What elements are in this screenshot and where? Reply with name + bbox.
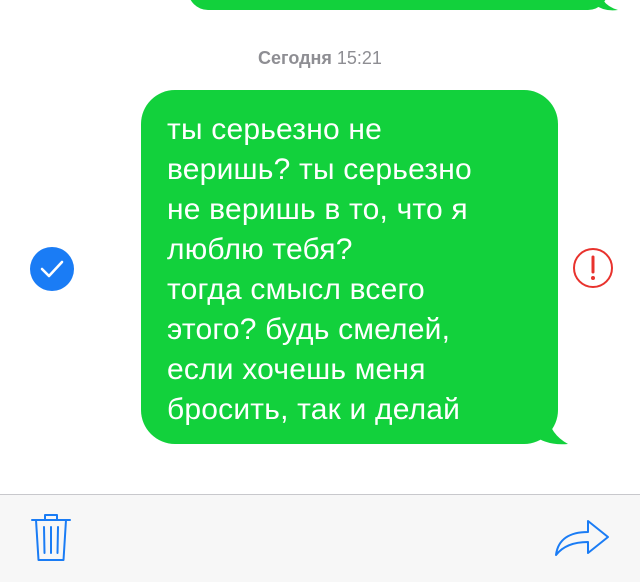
message-text: ты серьезно не веришь? ты серьезно не ве… <box>167 113 472 426</box>
bottom-toolbar <box>0 494 640 582</box>
timestamp-time: 15:21 <box>336 48 382 68</box>
exclamation-circle-icon[interactable] <box>572 247 614 289</box>
trash-icon[interactable] <box>30 512 72 562</box>
select-message-checkbox[interactable] <box>30 247 74 291</box>
checkmark-icon <box>40 260 64 278</box>
message-bubble-tail <box>530 416 568 445</box>
message-bubble[interactable]: ты серьезно не веришь? ты серьезно не ве… <box>141 90 558 444</box>
message-timestamp: Сегодня 15:21 <box>0 48 640 69</box>
forward-arrow-icon[interactable] <box>554 517 610 557</box>
previous-bubble-tail <box>592 0 618 11</box>
timestamp-day: Сегодня <box>258 48 332 68</box>
messages-screen: Сегодня 15:21 ты серьезно не веришь? ты … <box>0 0 640 582</box>
previous-message-bubble[interactable] <box>188 0 608 10</box>
